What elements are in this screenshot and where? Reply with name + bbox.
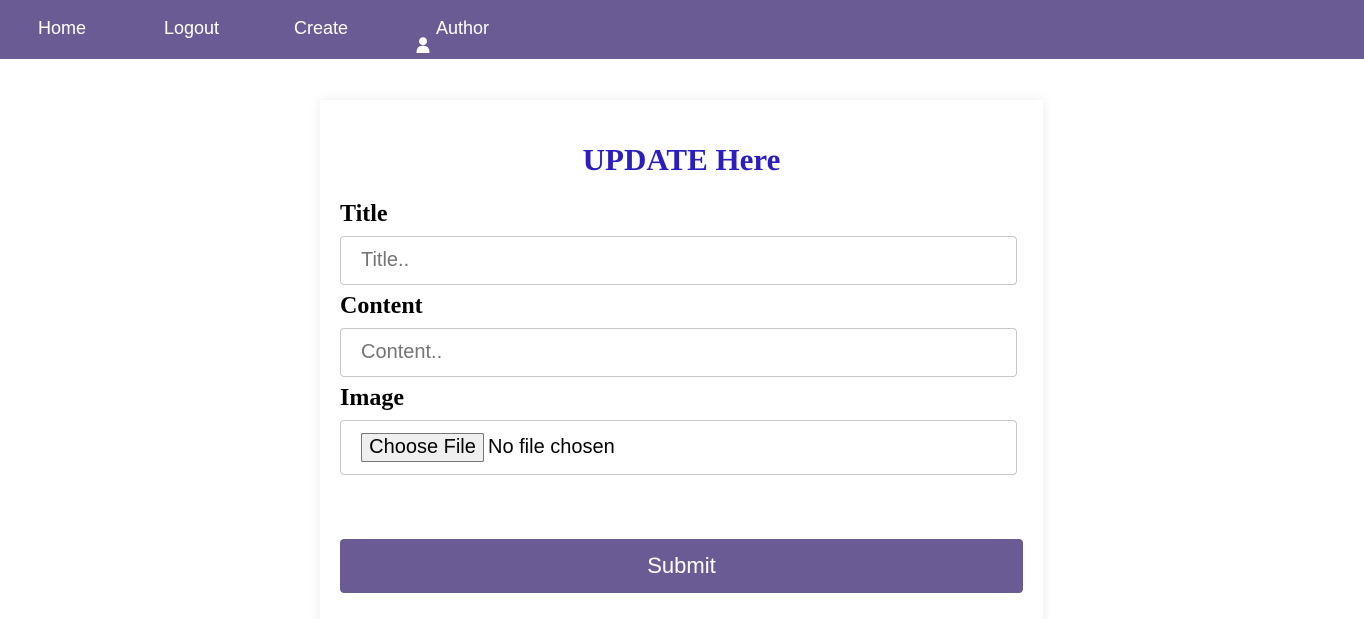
nav-author-link[interactable]: Author <box>416 0 489 59</box>
user-icon <box>416 19 430 53</box>
top-navbar: Home Logout Create Author <box>0 0 1364 59</box>
title-input[interactable] <box>340 236 1017 285</box>
file-status-text: No file chosen <box>488 436 615 458</box>
choose-file-button[interactable]: Choose File <box>361 433 484 462</box>
update-form-card: UPDATE Here Title Content Image Choose F… <box>320 100 1043 619</box>
content-input[interactable] <box>340 328 1017 377</box>
nav-logout-link[interactable]: Logout <box>164 0 219 59</box>
submit-button[interactable]: Submit <box>340 539 1023 593</box>
content-label: Content <box>340 293 423 319</box>
form-heading: UPDATE Here <box>582 142 781 177</box>
title-label: Title <box>340 201 388 227</box>
nav-home-link[interactable]: Home <box>38 0 86 59</box>
nav-create-link[interactable]: Create <box>294 0 348 59</box>
image-label: Image <box>340 385 404 411</box>
image-file-input[interactable]: Choose File No file chosen <box>340 420 1017 475</box>
nav-author-label: Author <box>436 18 490 38</box>
